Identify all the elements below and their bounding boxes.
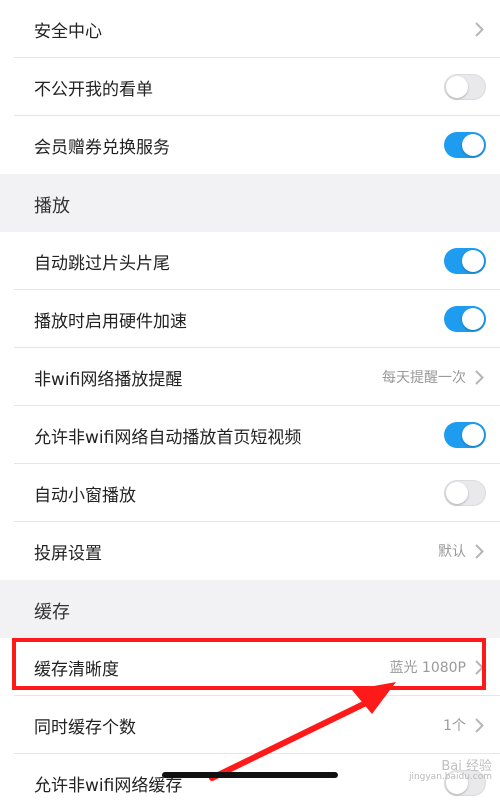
row-cast-settings[interactable]: 投屏设置 默认 — [0, 522, 500, 580]
chevron-right-icon — [472, 367, 486, 387]
row-value: 每天提醒一次 — [382, 370, 466, 386]
chevron-right-icon — [472, 541, 486, 561]
row-label: 安全中心 — [34, 21, 102, 42]
home-indicator — [162, 772, 338, 778]
hide-watchlist-toggle[interactable] — [444, 74, 486, 100]
settings-list: 安全中心 不公开我的看单 会员赠券兑换服务 播放 自动跳过片头片尾 播放时启用硬… — [0, 0, 500, 812]
member-coupon-toggle[interactable] — [444, 132, 486, 158]
row-label: 缓存清晰度 — [34, 659, 119, 680]
toggle-knob — [462, 250, 484, 272]
row-label: 不公开我的看单 — [34, 79, 153, 100]
section-header-cache: 缓存 — [34, 602, 70, 623]
toggle-knob — [462, 424, 484, 446]
row-hardware-acceleration[interactable]: 播放时启用硬件加速 — [0, 290, 500, 348]
row-value: 默认 — [438, 544, 466, 560]
chevron-right-icon — [472, 657, 486, 677]
hardware-acceleration-toggle[interactable] — [444, 306, 486, 332]
row-non-wifi-autoplay[interactable]: 允许非wifi网络自动播放首页短视频 — [0, 406, 500, 464]
row-skip-intro-outro[interactable]: 自动跳过片头片尾 — [0, 232, 500, 290]
row-security-center[interactable]: 安全中心 — [0, 0, 500, 58]
toggle-knob — [462, 134, 484, 156]
row-label: 非wifi网络播放提醒 — [34, 369, 183, 390]
section-header-play: 播放 — [34, 196, 70, 217]
toggle-knob — [462, 308, 484, 330]
row-cache-quality[interactable]: 缓存清晰度 蓝光 1080P — [0, 638, 500, 696]
row-member-coupon[interactable]: 会员赠券兑换服务 — [0, 116, 500, 174]
non-wifi-autoplay-toggle[interactable] — [444, 422, 486, 448]
row-value: 1个 — [443, 718, 466, 734]
row-label: 投屏设置 — [34, 543, 102, 564]
toggle-knob — [446, 76, 468, 98]
toggle-knob — [446, 482, 468, 504]
row-value: 蓝光 1080P — [389, 660, 466, 676]
row-label: 允许非wifi网络自动播放首页短视频 — [34, 427, 302, 448]
chevron-right-icon — [472, 715, 486, 735]
chevron-right-icon — [472, 19, 486, 39]
watermark: Bai 经验 jingyan.baidu.com — [408, 759, 492, 783]
row-label: 会员赠券兑换服务 — [34, 137, 170, 158]
auto-mini-window-toggle[interactable] — [444, 480, 486, 506]
row-label: 自动小窗播放 — [34, 485, 136, 506]
row-non-wifi-reminder[interactable]: 非wifi网络播放提醒 每天提醒一次 — [0, 348, 500, 406]
watermark-url: jingyan.baidu.com — [408, 772, 492, 782]
skip-intro-toggle[interactable] — [444, 248, 486, 274]
watermark-logo: Bai 经验 — [441, 759, 492, 774]
row-concurrent-cache-count[interactable]: 同时缓存个数 1个 — [0, 696, 500, 754]
row-label: 播放时启用硬件加速 — [34, 311, 187, 332]
row-label: 自动跳过片头片尾 — [34, 253, 170, 274]
row-auto-mini-window[interactable]: 自动小窗播放 — [0, 464, 500, 522]
row-label: 同时缓存个数 — [34, 717, 136, 738]
row-hide-watchlist[interactable]: 不公开我的看单 — [0, 58, 500, 116]
